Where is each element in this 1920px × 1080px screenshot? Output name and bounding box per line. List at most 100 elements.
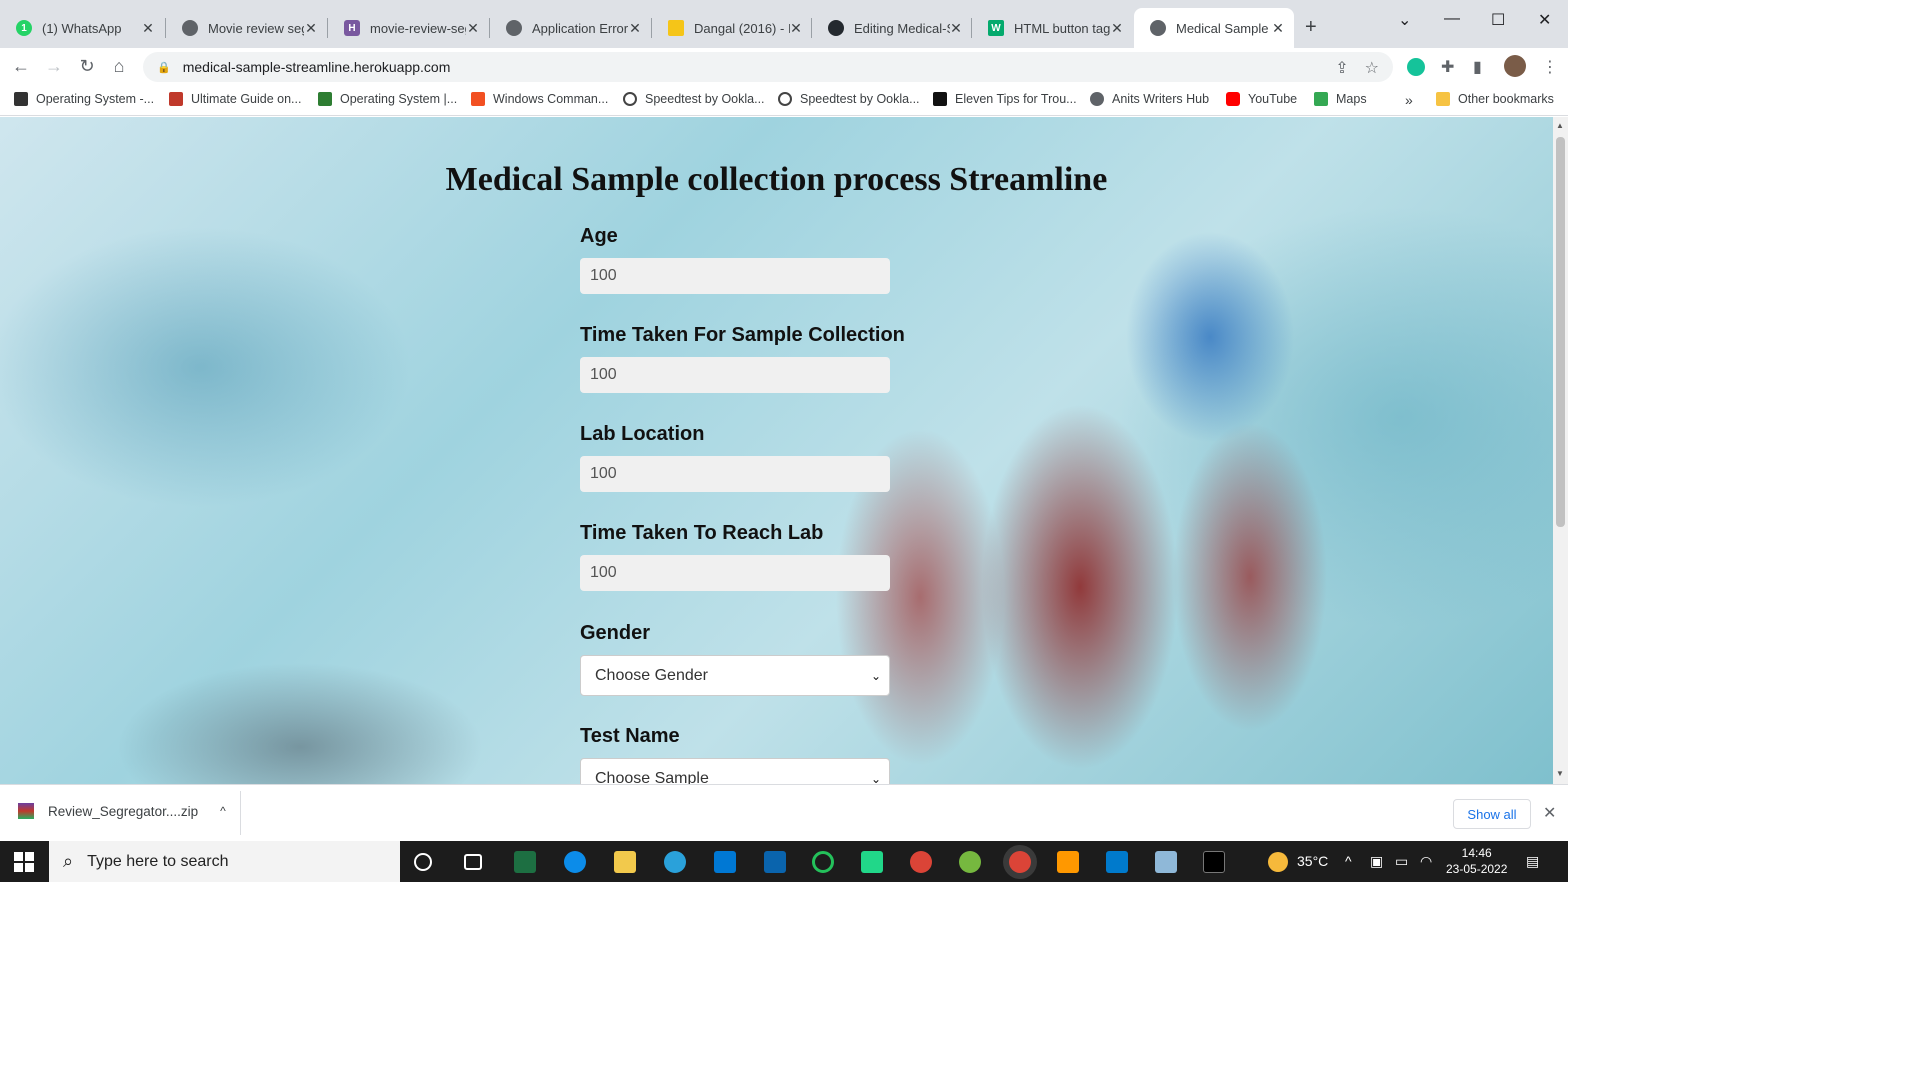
wifi-icon[interactable]: ◠ bbox=[1420, 853, 1432, 870]
show-all-button[interactable]: Show all bbox=[1453, 799, 1531, 829]
tab-application-error[interactable]: Application Error ✕ bbox=[490, 8, 652, 48]
scrollbar-thumb[interactable] bbox=[1556, 137, 1565, 527]
tab-github[interactable]: Editing Medical-S ✕ bbox=[812, 8, 972, 48]
other-bookmarks[interactable]: Other bookmarks bbox=[1436, 92, 1554, 106]
chevron-up-icon[interactable]: ^ bbox=[1345, 853, 1352, 869]
cortana-icon[interactable] bbox=[414, 853, 432, 871]
tab-whatsapp[interactable]: 1 (1) WhatsApp ✕ bbox=[0, 8, 166, 48]
tab-title: Dangal (2016) - IMDb bbox=[694, 20, 790, 36]
bookmark-icon bbox=[318, 92, 332, 106]
chrome-icon[interactable] bbox=[910, 851, 932, 873]
close-tab-icon[interactable]: ✕ bbox=[140, 20, 156, 37]
mail-icon[interactable] bbox=[764, 851, 786, 873]
lab-location-input[interactable] bbox=[580, 456, 890, 492]
speedtest-icon bbox=[623, 92, 637, 106]
windows-start-icon[interactable] bbox=[14, 852, 34, 872]
share-icon[interactable]: ⇪ bbox=[1335, 58, 1348, 78]
side-panel-icon[interactable]: ▮ bbox=[1473, 57, 1482, 77]
close-tab-icon[interactable]: ✕ bbox=[790, 20, 802, 37]
reach-lab-time-input[interactable] bbox=[580, 555, 890, 591]
excel-icon[interactable] bbox=[514, 851, 536, 873]
app-icon[interactable] bbox=[812, 851, 834, 873]
chevron-up-icon[interactable]: ^ bbox=[220, 804, 226, 818]
bookmark-item[interactable]: Operating System -... bbox=[14, 92, 154, 106]
close-tab-icon[interactable]: ✕ bbox=[1110, 20, 1124, 37]
menu-icon[interactable]: ⋮ bbox=[1542, 57, 1558, 77]
bookmark-item[interactable]: Speedtest by Ookla... bbox=[623, 92, 765, 106]
bookmark-item[interactable]: Speedtest by Ookla... bbox=[778, 92, 920, 106]
age-field: Age bbox=[580, 225, 890, 294]
bookmark-item[interactable]: Eleven Tips for Trou... bbox=[933, 92, 1077, 106]
close-tab-icon[interactable]: ✕ bbox=[304, 20, 318, 37]
globe-icon bbox=[182, 20, 198, 36]
page-content: Medical Sample collection process Stream… bbox=[0, 117, 1553, 784]
age-input[interactable] bbox=[580, 258, 890, 294]
gender-field: Gender Choose Gender ⌄ bbox=[580, 622, 890, 696]
utorrent-icon[interactable] bbox=[959, 851, 981, 873]
close-tab-icon[interactable]: ✕ bbox=[466, 20, 480, 37]
pycharm-icon[interactable] bbox=[861, 851, 883, 873]
more-bookmarks-button[interactable]: » bbox=[1405, 92, 1413, 108]
telegram-icon[interactable] bbox=[664, 851, 686, 873]
tab-w3schools[interactable]: W HTML button tag ✕ bbox=[972, 8, 1134, 48]
vscode-icon[interactable] bbox=[1106, 851, 1128, 873]
bookmark-item[interactable]: Ultimate Guide on... bbox=[169, 92, 301, 106]
close-tab-icon[interactable]: ✕ bbox=[1272, 20, 1284, 37]
sublime-icon[interactable] bbox=[1057, 851, 1079, 873]
new-tab-button[interactable]: + bbox=[1305, 16, 1317, 39]
close-tab-icon[interactable]: ✕ bbox=[628, 20, 642, 37]
minimize-button[interactable]: — bbox=[1444, 10, 1460, 28]
clock[interactable]: 14:46 23-05-2022 bbox=[1446, 845, 1507, 877]
bookmark-item[interactable]: Anits Writers Hub bbox=[1090, 92, 1209, 106]
task-view-icon[interactable] bbox=[464, 854, 482, 870]
test-name-select[interactable]: Choose Sample ⌄ bbox=[580, 758, 890, 784]
store-icon[interactable] bbox=[714, 851, 736, 873]
close-window-button[interactable]: ✕ bbox=[1538, 10, 1551, 30]
grammarly-icon[interactable] bbox=[1407, 58, 1425, 76]
bookmark-item[interactable]: Maps bbox=[1314, 92, 1367, 106]
battery-icon[interactable]: ▭ bbox=[1395, 853, 1408, 870]
weather-icon[interactable] bbox=[1268, 852, 1288, 872]
bookmark-item[interactable]: Windows Comman... bbox=[471, 92, 608, 106]
tab-medical-sample[interactable]: Medical Sample c ✕ bbox=[1134, 8, 1294, 48]
tab-imdb[interactable]: Dangal (2016) - IMDb ✕ bbox=[652, 8, 812, 48]
temperature[interactable]: 35°C bbox=[1297, 853, 1328, 869]
collection-time-input[interactable] bbox=[580, 357, 890, 393]
close-tab-icon[interactable]: ✕ bbox=[950, 20, 962, 37]
avatar[interactable] bbox=[1504, 55, 1526, 77]
home-button[interactable]: ⌂ bbox=[108, 56, 130, 77]
tab-search-icon[interactable]: ⌄ bbox=[1398, 10, 1411, 30]
scroll-up-icon[interactable]: ▲ bbox=[1556, 121, 1564, 130]
tab-heroku-app[interactable]: H movie-review-seg ✕ bbox=[328, 8, 490, 48]
meet-icon[interactable]: ▣ bbox=[1370, 853, 1383, 870]
forward-button[interactable]: → bbox=[43, 56, 65, 77]
chrome-active-icon[interactable] bbox=[1009, 851, 1031, 873]
globe-icon bbox=[1090, 92, 1104, 106]
edge-icon[interactable] bbox=[564, 851, 586, 873]
download-filename: Review_Segregator....zip bbox=[48, 803, 199, 819]
close-download-bar-icon[interactable]: ✕ bbox=[1543, 803, 1556, 823]
whatsapp-icon: 1 bbox=[16, 20, 32, 36]
tab-title: Editing Medical-S bbox=[854, 20, 950, 36]
address-bar[interactable]: 🔒 medical-sample-streamline.herokuapp.co… bbox=[143, 52, 1393, 82]
reach-lab-time-field: Time Taken To Reach Lab bbox=[580, 522, 890, 591]
taskbar-search[interactable]: ⌕ Type here to search bbox=[49, 841, 400, 882]
back-button[interactable]: ← bbox=[10, 56, 32, 77]
taskbar: ⌕ Type here to search 35°C ^ ▣ ▭ ◠ 14:46… bbox=[0, 841, 1568, 882]
bookmark-item[interactable]: YouTube bbox=[1226, 92, 1297, 106]
extensions-icon[interactable]: ✚ bbox=[1441, 57, 1454, 77]
notifications-icon[interactable]: ▤ bbox=[1526, 853, 1539, 870]
notepad-icon[interactable] bbox=[1155, 851, 1177, 873]
folder-icon bbox=[1436, 92, 1450, 106]
reload-button[interactable]: ↻ bbox=[76, 56, 98, 77]
gender-select[interactable]: Choose Gender ⌄ bbox=[580, 655, 890, 696]
page-scrollbar[interactable]: ▲ ▼ bbox=[1553, 117, 1568, 784]
scroll-down-icon[interactable]: ▼ bbox=[1556, 769, 1564, 778]
file-explorer-icon[interactable] bbox=[614, 851, 636, 873]
download-item[interactable]: Review_Segregator....zip ^ bbox=[18, 803, 226, 819]
tab-movie-review[interactable]: Movie review seg ✕ bbox=[166, 8, 328, 48]
maximize-button[interactable]: ☐ bbox=[1491, 10, 1505, 30]
bookmark-star-icon[interactable]: ☆ bbox=[1365, 58, 1379, 78]
bookmark-item[interactable]: Operating System |... bbox=[318, 92, 457, 106]
terminal-icon[interactable] bbox=[1203, 851, 1225, 873]
